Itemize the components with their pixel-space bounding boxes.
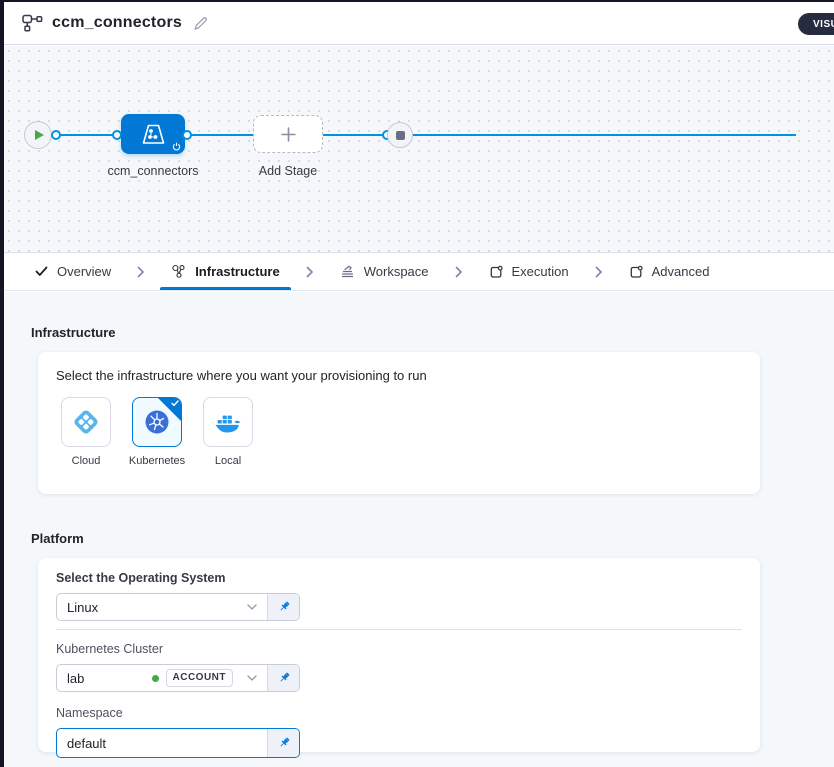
pipeline-start-node — [24, 121, 52, 149]
tab-infrastructure[interactable]: Infrastructure — [168, 253, 283, 290]
execution-icon — [489, 265, 503, 279]
pipeline-canvas[interactable]: ccm_connectors Add Stage — [4, 46, 834, 253]
cloud-tile[interactable] — [61, 397, 111, 447]
pin-icon — [277, 736, 291, 750]
infrastructure-heading: Infrastructure — [31, 325, 116, 340]
cloud-icon — [70, 406, 102, 438]
pipeline-icon — [22, 14, 43, 32]
infrastructure-options: Cloud Kubernetes — [61, 397, 742, 467]
tab-execution[interactable]: Execution — [486, 253, 572, 290]
workspace-icon — [340, 264, 355, 279]
stage-tabs: Overview Infrastructure Workspace — [4, 253, 834, 291]
window-left-edge — [0, 0, 4, 767]
docker-icon — [214, 410, 242, 434]
stage-name-label: ccm_connectors — [88, 164, 218, 178]
namespace-input-type-pin-button[interactable] — [267, 729, 299, 757]
tab-label: Workspace — [364, 264, 429, 279]
chevron-right-icon — [306, 253, 314, 290]
scope-badge: ACCOUNT — [166, 669, 234, 687]
infrastructure-description: Select the infrastructure where you want… — [56, 368, 742, 383]
add-stage-button[interactable] — [253, 115, 323, 153]
os-select-group: Linux — [56, 593, 300, 621]
kubernetes-label: Kubernetes — [129, 455, 185, 467]
port-start — [51, 130, 61, 140]
visual-yaml-toggle[interactable]: VISUAL — [798, 13, 834, 35]
option-kubernetes: Kubernetes — [132, 397, 182, 467]
tab-workspace[interactable]: Workspace — [337, 253, 432, 290]
selected-check-icon — [171, 400, 179, 407]
stage-config-panel: Infrastructure Select the infrastructure… — [4, 292, 834, 767]
play-icon — [35, 130, 44, 140]
pin-icon — [277, 671, 291, 685]
cluster-label: Kubernetes Cluster — [56, 642, 742, 657]
add-stage-label: Add Stage — [223, 164, 353, 178]
pin-icon — [277, 600, 291, 614]
pipeline-header: ccm_connectors VISUAL — [4, 2, 834, 45]
namespace-label: Namespace — [56, 706, 742, 721]
chevron-down-icon — [247, 675, 257, 681]
os-value: Linux — [67, 600, 98, 615]
tab-overview[interactable]: Overview — [32, 253, 114, 290]
stop-icon — [396, 131, 405, 140]
option-cloud: Cloud — [61, 397, 111, 467]
tab-label: Execution — [512, 264, 569, 279]
os-input-type-pin-button[interactable] — [267, 594, 299, 620]
cluster-value: lab — [67, 671, 84, 686]
local-tile[interactable] — [203, 397, 253, 447]
cluster-select[interactable]: lab ACCOUNT — [57, 665, 267, 691]
stage-node-ccm-connectors[interactable] — [121, 114, 185, 154]
edit-pencil-icon[interactable] — [193, 16, 208, 31]
tab-label: Infrastructure — [195, 264, 280, 279]
advanced-icon — [629, 265, 643, 279]
namespace-input[interactable] — [57, 729, 267, 757]
namespace-input-group — [56, 728, 300, 758]
cluster-input-type-pin-button[interactable] — [267, 665, 299, 691]
os-select[interactable]: Linux — [57, 594, 267, 620]
platform-heading: Platform — [31, 531, 84, 546]
infrastructure-icon — [171, 264, 186, 279]
cluster-select-group: lab ACCOUNT — [56, 664, 300, 692]
stage-power-icon — [172, 142, 181, 151]
port-stage-right — [182, 130, 192, 140]
custom-stage-icon — [140, 123, 167, 146]
chevron-right-icon — [137, 253, 145, 290]
infrastructure-card: Select the infrastructure where you want… — [38, 352, 760, 494]
option-local: Local — [203, 397, 253, 467]
divider — [56, 629, 742, 630]
tab-label: Overview — [57, 264, 111, 279]
window-top-edge — [0, 0, 834, 2]
check-icon — [35, 266, 48, 277]
chevron-down-icon — [247, 604, 257, 610]
visual-toggle-label: VISUAL — [813, 19, 834, 30]
chevron-right-icon — [455, 253, 463, 290]
connector-status-dot — [152, 675, 159, 682]
os-label: Select the Operating System — [56, 571, 742, 586]
platform-card: Select the Operating System Linux — [38, 558, 760, 752]
chevron-right-icon — [595, 253, 603, 290]
local-label: Local — [215, 455, 241, 467]
tab-label: Advanced — [652, 264, 710, 279]
tab-advanced[interactable]: Advanced — [626, 253, 713, 290]
kubernetes-tile[interactable] — [132, 397, 182, 447]
pipeline-title: ccm_connectors — [52, 14, 182, 32]
plus-icon — [281, 127, 296, 142]
cloud-label: Cloud — [72, 455, 101, 467]
pipeline-end-node — [387, 122, 413, 148]
